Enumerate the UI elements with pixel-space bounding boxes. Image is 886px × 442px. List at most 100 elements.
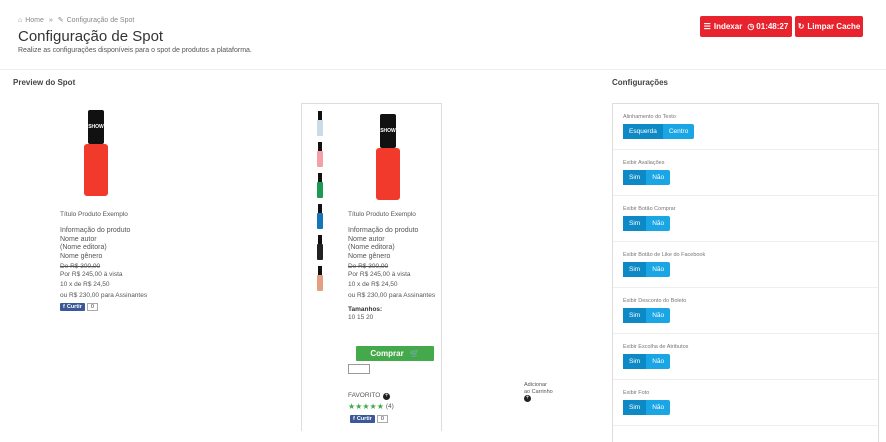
- breadcrumb: ⌂ Home » ✎ Configuração de Spot: [18, 17, 135, 24]
- thumbnail-list: [316, 111, 324, 297]
- product-thumbnail[interactable]: [316, 204, 324, 229]
- list-icon: ☰: [703, 22, 711, 31]
- cart-icon: 🛒: [409, 349, 420, 358]
- svg-text:SHOW: SHOW: [88, 124, 104, 130]
- config-label: Alinhamento do Texto: [623, 114, 676, 120]
- breadcrumb-current: Configuração de Spot: [66, 17, 135, 24]
- installments: 10 x de R$ 24,50: [348, 281, 398, 288]
- config-row: Alinhamento do Texto Esquerda Centro: [613, 104, 878, 150]
- toggle-option[interactable]: Não: [646, 308, 670, 323]
- product-author: Nome autor: [60, 235, 97, 243]
- thumbnail-bottle-icon: [317, 111, 323, 136]
- toggle-group: Sim Não: [623, 400, 671, 415]
- toggle-option[interactable]: Não: [646, 400, 670, 415]
- thumbnail-bottle-icon: [317, 142, 323, 167]
- config-section-title: Configurações: [612, 78, 669, 87]
- product-genre: Nome gênero: [60, 252, 103, 260]
- quantity-input[interactable]: [348, 364, 370, 374]
- preview-section-title: Preview do Spot: [13, 78, 76, 87]
- installments: 10 x de R$ 24,50: [60, 281, 110, 288]
- facebook-icon: f: [353, 416, 355, 422]
- product-thumbnail[interactable]: [316, 266, 324, 291]
- product-thumbnail[interactable]: [316, 111, 324, 136]
- toggle-option[interactable]: Sim: [623, 354, 647, 369]
- config-row: Exibir Botão Comprar Sim Não: [613, 196, 878, 242]
- product-thumbnail[interactable]: [316, 142, 324, 167]
- spot-preview-right: SHOW Título Produto Exemplo Informação d…: [348, 114, 435, 322]
- toggle-group: Esquerda Centro: [623, 124, 695, 139]
- wrench-icon: ✎: [57, 17, 64, 24]
- config-row: Exibir Foto Sim Não: [613, 380, 878, 426]
- toggle-group: Sim Não: [623, 262, 671, 277]
- facebook-like-button[interactable]: f Curtir: [60, 303, 85, 311]
- toggle-group: Sim Não: [623, 354, 671, 369]
- spot-preview-left: SHOW Título Produto Exemplo Informação d…: [60, 110, 147, 311]
- toggle-option[interactable]: Sim: [623, 400, 647, 415]
- toggle-option[interactable]: Sim: [623, 216, 647, 231]
- clock-icon: ◷: [747, 22, 755, 31]
- product-image: SHOW: [376, 114, 400, 200]
- star-icon: ★★★★★: [348, 402, 384, 411]
- toggle-option[interactable]: Esquerda: [623, 124, 663, 139]
- config-label: Exibir Escolha de Atributos: [623, 344, 689, 350]
- clear-cache-button[interactable]: ↻ Limpar Cache: [795, 16, 863, 37]
- config-row: Exibir Botão de Like do Facebook Sim Não: [613, 242, 878, 288]
- facebook-like[interactable]: f Curtir 0: [350, 415, 388, 423]
- old-price: De R$ 300,00: [60, 263, 101, 270]
- buy-button[interactable]: Comprar 🛒: [356, 346, 434, 361]
- plus-circle-icon: +: [524, 395, 531, 402]
- config-row: Exibir Avaliações Sim Não: [613, 150, 878, 196]
- price: Por R$ 245,00 à vista: [60, 271, 123, 278]
- config-label: Exibir Desconto do Boleto: [623, 298, 687, 304]
- config-label: Exibir Botão de Like do Facebook: [623, 252, 706, 258]
- like-count: 0: [376, 415, 388, 423]
- home-icon: ⌂: [18, 17, 23, 24]
- toggle-group: Sim Não: [623, 216, 671, 231]
- thumbnail-bottle-icon: [317, 173, 323, 198]
- thumbnail-bottle-icon: [317, 266, 323, 291]
- plus-circle-icon: +: [383, 392, 391, 400]
- product-thumbnail[interactable]: [316, 173, 324, 198]
- toggle-group: Sim Não: [623, 170, 671, 185]
- sizes-values[interactable]: 10 15 20: [348, 314, 435, 322]
- old-price: De R$ 300,00: [348, 263, 389, 270]
- config-panel: Alinhamento do Texto Esquerda Centro Exibir…: [612, 103, 879, 442]
- toggle-option[interactable]: Sim: [623, 308, 647, 323]
- product-image: SHOW: [84, 110, 108, 196]
- config-row: Exibir Escolha de Atributos Sim Não: [613, 334, 878, 380]
- product-thumbnail[interactable]: [316, 235, 324, 260]
- timer-text: 01:48:27: [756, 22, 789, 31]
- product-info: Informação do produto: [348, 227, 419, 234]
- rating-count: (4): [385, 402, 394, 410]
- subscriber-price: ou R$ 230,00 para Assinantes: [60, 292, 148, 299]
- toggle-option[interactable]: Não: [646, 262, 670, 277]
- header-divider: [0, 69, 886, 70]
- config-row: Exibir Desconto do Boleto Sim Não: [613, 288, 878, 334]
- product-title: Título Produto Exemplo: [348, 211, 416, 218]
- svg-text:SHOW: SHOW: [380, 128, 396, 134]
- sizes-label: Tamanhos:: [348, 306, 383, 313]
- product-publisher: (Nome editora): [60, 244, 107, 251]
- page-subtitle: Realize as configurações disponíveis par…: [18, 47, 252, 54]
- rating: ★★★★★ (4): [348, 402, 394, 411]
- facebook-icon: f: [63, 304, 65, 310]
- toggle-option[interactable]: Sim: [623, 170, 647, 185]
- add-to-cart-link[interactable]: Adicionar ao Carrinho +: [524, 382, 554, 402]
- price: Por R$ 245,00 à vista: [348, 271, 411, 278]
- like-count: 0: [86, 303, 98, 311]
- product-publisher: (Nome editora): [348, 244, 395, 251]
- product-title: Título Produto Exemplo: [60, 211, 128, 218]
- toggle-option[interactable]: Sim: [623, 262, 647, 277]
- config-label: Exibir Botão Comprar: [623, 206, 676, 212]
- breadcrumb-home-link[interactable]: Home: [25, 17, 44, 24]
- toggle-option[interactable]: Não: [646, 354, 670, 369]
- facebook-like-button[interactable]: f Curtir: [350, 415, 375, 423]
- product-author: Nome autor: [348, 235, 385, 243]
- facebook-like[interactable]: f Curtir 0: [60, 303, 147, 311]
- toggle-option[interactable]: Não: [646, 170, 670, 185]
- toggle-option[interactable]: Não: [646, 216, 670, 231]
- index-button[interactable]: ☰ Indexar ◷ 01:48:27: [700, 16, 792, 37]
- favorite-row[interactable]: FAVORITO +: [348, 392, 391, 400]
- toggle-option[interactable]: Centro: [663, 124, 695, 139]
- thumbnail-bottle-icon: [317, 235, 323, 260]
